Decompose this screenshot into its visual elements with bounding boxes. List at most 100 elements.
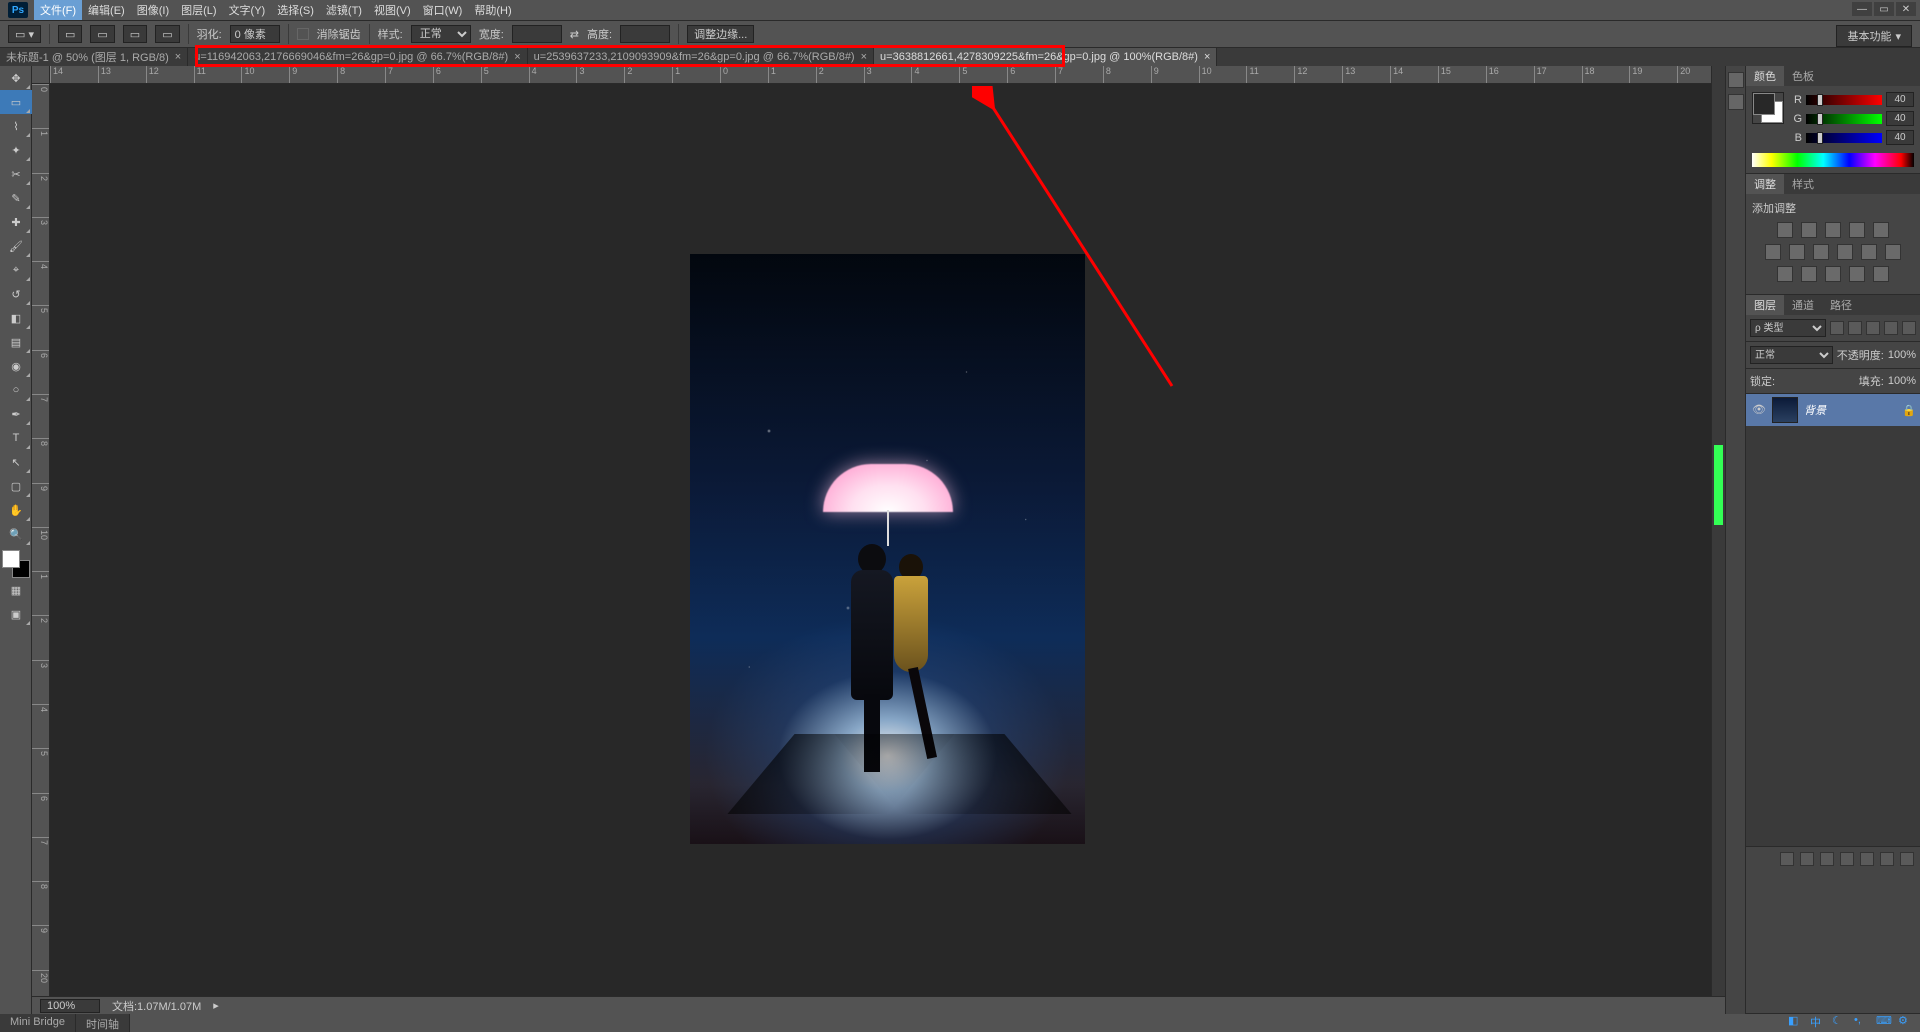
curves-icon[interactable] [1825,222,1841,238]
layer-fx-icon[interactable] [1800,852,1814,866]
tab-minibridge[interactable]: Mini Bridge [0,1014,76,1032]
lasso-tool[interactable]: ⌇ [0,114,32,138]
healing-tool[interactable]: ✚ [0,210,32,234]
posterize-icon[interactable] [1801,266,1817,282]
move-tool[interactable]: ✥ [0,66,32,90]
colorbalance-icon[interactable] [1789,244,1805,260]
doc-tab-1[interactable]: u=116942063,2176669046&fm=26&gp=0.jpg @ … [188,48,527,66]
invert-icon[interactable] [1777,266,1793,282]
tray-icon[interactable]: ◧ [1788,1014,1804,1030]
moon-icon[interactable]: ☾ [1832,1014,1848,1030]
shape-tool[interactable]: ▢ [0,474,32,498]
path-select-tool[interactable]: ↖ [0,450,32,474]
filter-adjust-icon[interactable] [1848,321,1862,335]
exposure-icon[interactable] [1849,222,1865,238]
photofilter-icon[interactable] [1837,244,1853,260]
crop-tool[interactable]: ✂ [0,162,32,186]
r-slider[interactable] [1806,95,1882,105]
refine-edge-button[interactable]: 调整边缘... [687,25,754,43]
marquee-rect-icon[interactable]: ▭ [58,25,82,43]
eyedropper-tool[interactable]: ✎ [0,186,32,210]
brush-tool[interactable]: 🖌 [0,234,32,258]
canvas-scrollbar-v[interactable] [1711,66,1725,1014]
tab-adjustments[interactable]: 调整 [1746,174,1784,194]
menu-type[interactable]: 文字(Y) [223,0,272,20]
layer-thumbnail[interactable] [1772,397,1798,423]
link-layers-icon[interactable] [1780,852,1794,866]
marquee-tool[interactable]: ▭ [0,90,32,114]
lock-position-icon[interactable] [1811,375,1823,387]
layer-row-background[interactable]: 👁 背景 🔒 [1746,394,1920,426]
colorlookup-icon[interactable] [1885,244,1901,260]
r-value[interactable]: 40 [1886,92,1914,107]
height-input[interactable] [620,25,670,43]
chevron-right-icon[interactable]: ▸ [213,999,219,1012]
width-input[interactable] [512,25,562,43]
marquee-intersect-icon[interactable]: ▭ [155,25,179,43]
g-slider[interactable] [1806,114,1882,124]
close-icon[interactable]: × [861,51,867,63]
lock-pixels-icon[interactable] [1795,375,1807,387]
punct-icon[interactable]: •, [1854,1014,1870,1030]
delete-layer-icon[interactable] [1900,852,1914,866]
marquee-add-icon[interactable]: ▭ [90,25,114,43]
bw-icon[interactable] [1813,244,1829,260]
b-value[interactable]: 40 [1886,130,1914,145]
channelmixer-icon[interactable] [1861,244,1877,260]
menu-filter[interactable]: 滤镜(T) [320,0,368,20]
close-icon[interactable]: × [514,51,520,63]
color-swatches[interactable] [2,550,30,578]
tool-preset-picker[interactable]: ▭ ▾ [8,25,41,43]
new-fill-icon[interactable] [1840,852,1854,866]
tab-layers[interactable]: 图层 [1746,295,1784,315]
menu-help[interactable]: 帮助(H) [468,0,517,20]
visibility-icon[interactable]: 👁 [1752,403,1766,417]
filter-smart-icon[interactable] [1902,321,1916,335]
tab-swatches[interactable]: 色板 [1784,66,1822,86]
new-layer-icon[interactable] [1880,852,1894,866]
minimize-button[interactable]: — [1852,2,1872,16]
dodge-tool[interactable]: ○ [0,378,32,402]
screenmode-tool[interactable]: ▣ [0,602,32,626]
g-value[interactable]: 40 [1886,111,1914,126]
pen-tool[interactable]: ✒ [0,402,32,426]
gear-icon[interactable]: ⚙ [1898,1014,1914,1030]
menu-file[interactable]: 文件(F) [34,0,82,20]
blur-tool[interactable]: ◉ [0,354,32,378]
eraser-tool[interactable]: ◧ [0,306,32,330]
brightness-icon[interactable] [1777,222,1793,238]
layer-filter-select[interactable]: ρ 类型 [1750,319,1826,337]
filter-type-icon[interactable] [1866,321,1880,335]
menu-edit[interactable]: 编辑(E) [82,0,131,20]
color-preview[interactable] [1752,92,1784,124]
history-panel-icon[interactable] [1728,72,1744,88]
menu-select[interactable]: 选择(S) [271,0,320,20]
menu-view[interactable]: 视图(V) [368,0,417,20]
zoom-field[interactable]: 100% [40,999,100,1013]
ruler-horizontal[interactable]: 1413121110987654321012345678910111213141… [50,66,1725,84]
menu-layer[interactable]: 图层(L) [175,0,222,20]
hue-icon[interactable] [1765,244,1781,260]
maximize-button[interactable]: ▭ [1874,2,1894,16]
zoom-tool[interactable]: 🔍 [0,522,32,546]
keyboard-icon[interactable]: ⌨ [1876,1014,1892,1030]
quickmask-tool[interactable]: ▦ [0,578,32,602]
filter-shape-icon[interactable] [1884,321,1898,335]
doc-tab-0[interactable]: 未标题-1 @ 50% (图层 1, RGB/8)× [0,48,188,66]
history-brush-tool[interactable]: ↺ [0,282,32,306]
ruler-vertical[interactable]: 01234567891012345678920 [32,84,50,1014]
close-button[interactable]: ✕ [1896,2,1916,16]
marquee-sub-icon[interactable]: ▭ [123,25,147,43]
tab-color[interactable]: 颜色 [1746,66,1784,86]
stamp-tool[interactable]: ⌖ [0,258,32,282]
workspace-switcher[interactable]: 基本功能▾ [1836,25,1912,47]
vibrance-icon[interactable] [1873,222,1889,238]
tab-channels[interactable]: 通道 [1784,295,1822,315]
swap-icon[interactable]: ⇄ [570,28,579,41]
hand-tool[interactable]: ✋ [0,498,32,522]
b-slider[interactable] [1806,133,1882,143]
menu-image[interactable]: 图像(I) [131,0,175,20]
lock-all-icon[interactable] [1827,375,1839,387]
gradientmap-icon[interactable] [1849,266,1865,282]
levels-icon[interactable] [1801,222,1817,238]
